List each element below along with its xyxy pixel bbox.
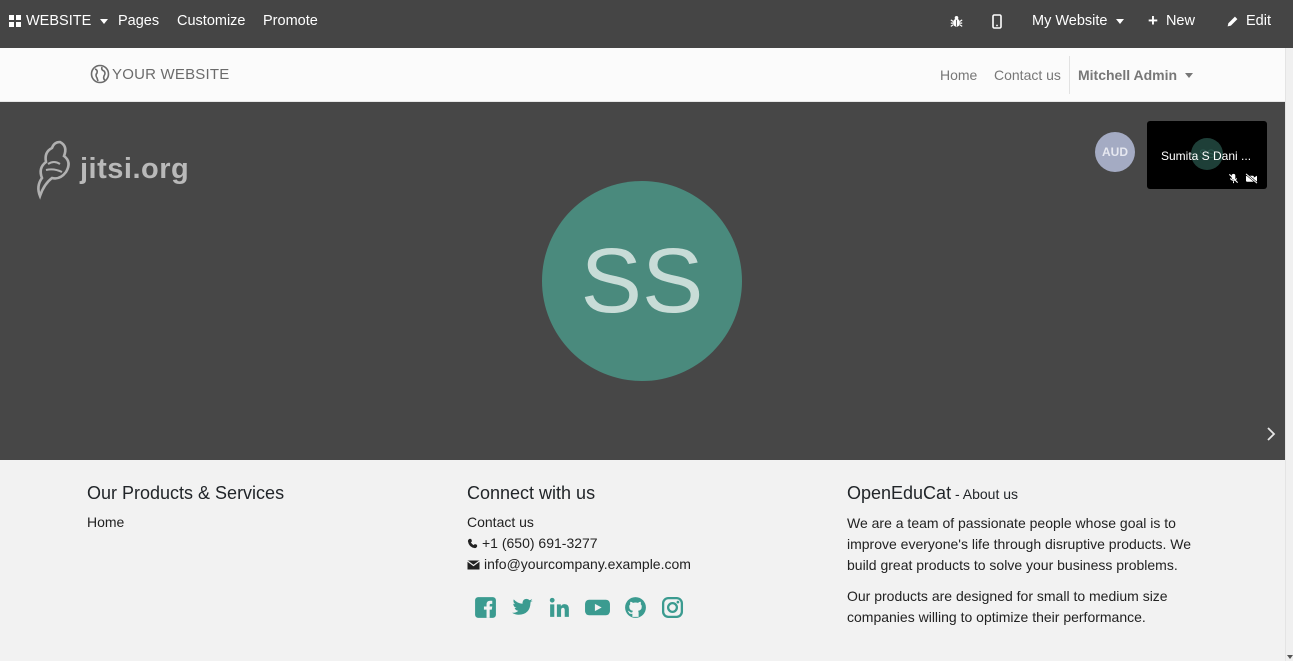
facebook-icon[interactable] xyxy=(473,595,498,620)
pages-menu[interactable]: Pages xyxy=(118,0,159,42)
nav-contact-us[interactable]: Contact us xyxy=(994,67,1061,83)
nav-divider xyxy=(1069,56,1070,94)
phone-icon xyxy=(467,538,478,549)
mic-muted-icon xyxy=(1228,173,1239,184)
jitsi-watermark: jitsi.org xyxy=(34,138,189,200)
bug-icon xyxy=(950,15,963,27)
envelope-icon xyxy=(467,560,480,569)
footer-connect-column: Connect with us Contact us +1 (650) 691-… xyxy=(467,482,807,620)
debug-button[interactable] xyxy=(950,0,963,42)
footer-about-column: OpenEduCat - About us We are a team of p… xyxy=(847,482,1197,628)
participant-name: Sumita S Dani ... xyxy=(1161,149,1252,163)
email-line: info@yourcompany.example.com xyxy=(467,554,807,575)
edit-button[interactable]: Edit xyxy=(1226,0,1271,42)
page-scrollbar[interactable] xyxy=(1285,48,1293,661)
footer-contact-link[interactable]: Contact us xyxy=(467,512,807,533)
scroll-down-arrow-icon[interactable] xyxy=(1287,655,1293,659)
customize-menu[interactable]: Customize xyxy=(177,0,246,42)
about-brand: OpenEduCat xyxy=(847,483,952,503)
avatar-initials: SS xyxy=(580,229,704,332)
jitsi-logo-icon xyxy=(37,140,70,200)
pencil-icon xyxy=(1227,16,1238,26)
phone-line: +1 (650) 691-3277 xyxy=(467,533,807,554)
user-name: Mitchell Admin xyxy=(1078,67,1178,83)
products-heading: Our Products & Services xyxy=(87,483,285,503)
mobile-icon xyxy=(992,13,1002,29)
globe-icon xyxy=(90,64,110,84)
camera-off-icon xyxy=(1245,173,1258,184)
caret-down-icon xyxy=(1185,72,1194,78)
website-header: YOUR WEBSITE Home Contact us Mitchell Ad… xyxy=(0,48,1285,102)
website-selector[interactable]: My Website xyxy=(1032,0,1125,42)
edit-label: Edit xyxy=(1246,13,1271,29)
email-address[interactable]: info@yourcompany.example.com xyxy=(484,554,691,575)
caret-down-icon xyxy=(1116,18,1125,24)
participant-thumbnail[interactable]: SS Sumita S Dani ... xyxy=(1147,121,1267,189)
jitsi-meeting-frame[interactable]: jitsi.org SS AUD SS Sumita S Dani ... xyxy=(0,102,1285,460)
twitter-icon[interactable] xyxy=(510,595,535,620)
about-heading: OpenEduCat - About us xyxy=(847,482,1197,505)
nav-home[interactable]: Home xyxy=(940,67,977,83)
about-paragraph-2: Our products are designed for small to m… xyxy=(847,588,1168,625)
logo-text: YOUR WEBSITE xyxy=(112,65,230,83)
social-links xyxy=(473,595,807,620)
youtube-icon[interactable] xyxy=(584,595,611,620)
new-label: New xyxy=(1165,13,1195,29)
github-icon[interactable] xyxy=(623,595,648,620)
linkedin-icon[interactable] xyxy=(547,595,572,620)
jitsi-logo-text: jitsi.org xyxy=(80,152,190,185)
new-button[interactable]: + New xyxy=(1148,0,1195,42)
phone-number[interactable]: +1 (650) 691-3277 xyxy=(482,533,598,554)
about-paragraph-1: We are a team of passionate people whose… xyxy=(847,515,1192,573)
user-menu[interactable]: Mitchell Admin xyxy=(1078,67,1194,83)
connect-heading: Connect with us xyxy=(467,483,596,503)
footer-link-home[interactable]: Home xyxy=(87,512,427,533)
website-logo[interactable]: YOUR WEBSITE xyxy=(90,64,229,84)
about-suffix: - About us xyxy=(951,486,1019,502)
instagram-icon[interactable] xyxy=(660,595,685,620)
plus-icon: + xyxy=(1148,11,1158,30)
app-menu-label: WEBSITE xyxy=(26,13,92,29)
website-selector-label: My Website xyxy=(1032,13,1108,29)
site-footer: Our Products & Services Home Connect wit… xyxy=(0,460,1285,661)
admin-navbar: WEBSITE Pages Customize Promote My Websi… xyxy=(0,0,1293,48)
apps-grid-icon xyxy=(9,15,21,27)
participant-avatar-large: SS xyxy=(542,181,742,381)
caret-down-icon xyxy=(100,18,109,24)
promote-menu[interactable]: Promote xyxy=(263,0,318,42)
footer-products-column: Our Products & Services Home xyxy=(87,482,427,533)
app-menu-button[interactable]: WEBSITE xyxy=(9,0,109,42)
chevron-right-icon[interactable] xyxy=(1266,427,1276,441)
mobile-preview-button[interactable] xyxy=(992,0,1002,42)
audio-only-badge[interactable]: AUD xyxy=(1095,132,1135,172)
